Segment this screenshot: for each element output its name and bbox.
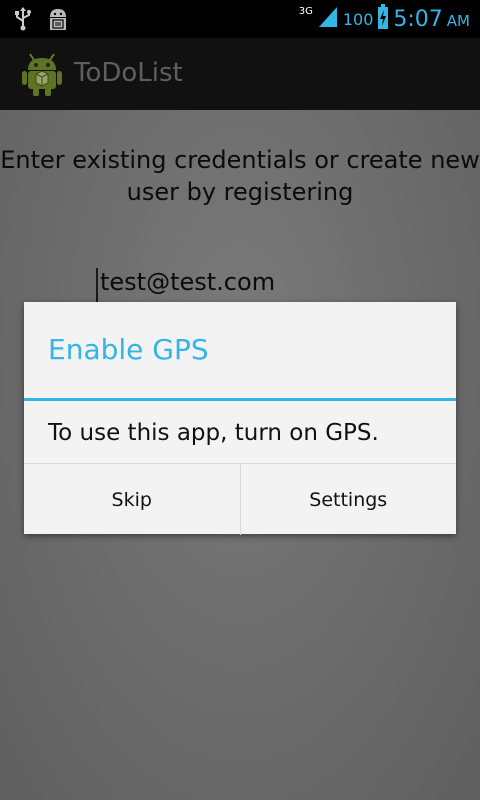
dialog-button-bar: Skip Settings: [24, 463, 456, 535]
app-screen: 3G 100 5:07 AM ToDoList Enter existing c…: [0, 0, 480, 800]
email-field[interactable]: test@test.com: [96, 268, 400, 302]
clock-ampm: AM: [446, 11, 470, 30]
usb-icon: [14, 7, 32, 35]
clock-time: 5:07: [393, 6, 443, 32]
android-robot-icon[interactable]: [22, 50, 62, 100]
notification-icons: [14, 6, 70, 36]
dialog-title-divider: [24, 398, 456, 401]
android-debug-icon: [46, 6, 70, 36]
system-indicators: 3G 100 5:07 AM: [299, 4, 470, 34]
app-title: ToDoList: [74, 58, 183, 88]
battery-level: 100: [342, 9, 374, 29]
enable-gps-dialog: Enable GPS To use this app, turn on GPS.…: [24, 302, 456, 535]
action-bar: ToDoList: [0, 38, 480, 111]
skip-button[interactable]: Skip: [24, 464, 240, 535]
intro-text: Enter existing credentials or create new…: [0, 146, 480, 206]
dialog-title: Enable GPS: [48, 333, 209, 366]
settings-button[interactable]: Settings: [239, 464, 457, 535]
dialog-message: To use this app, turn on GPS.: [48, 420, 379, 446]
battery-charging-icon: [377, 4, 389, 34]
clock: 5:07 AM: [393, 7, 470, 32]
status-bar: 3G 100 5:07 AM: [0, 0, 480, 38]
network-type-label: 3G: [298, 5, 313, 17]
signal-icon: [317, 5, 339, 33]
